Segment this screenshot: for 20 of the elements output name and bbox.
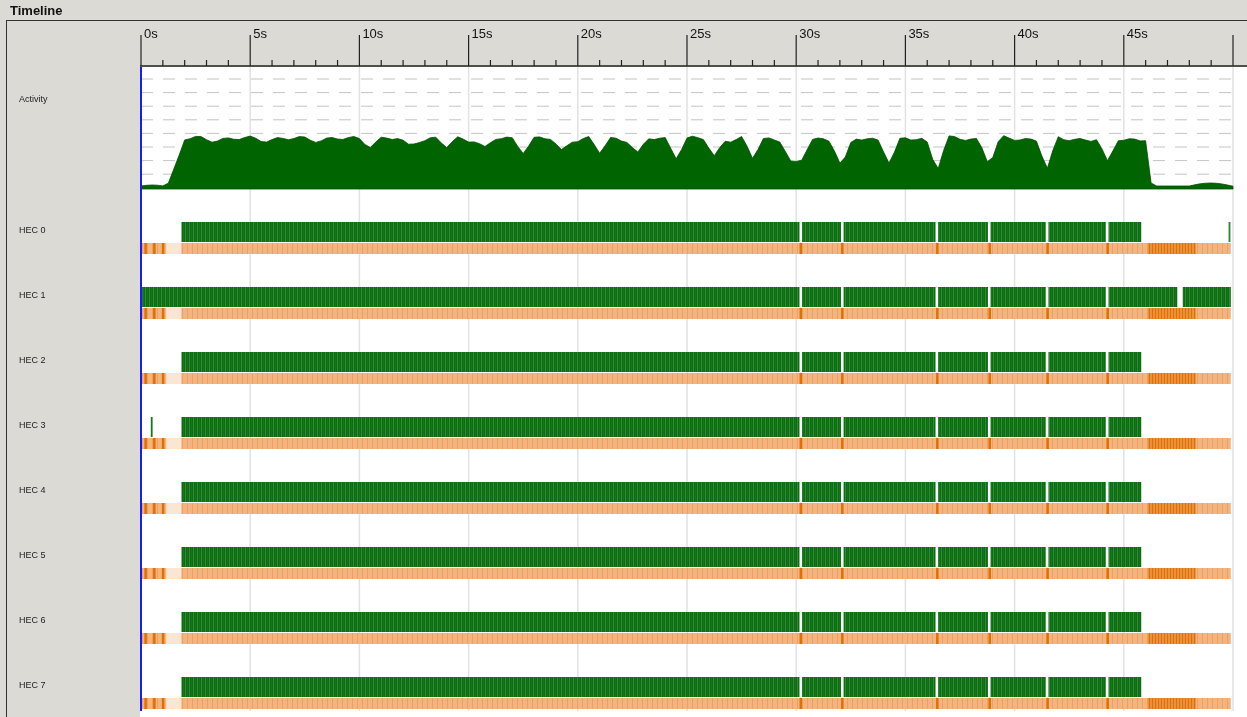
track-label: HEC 2 (19, 355, 46, 365)
track-label: HEC 3 (19, 420, 46, 430)
track-label: HEC 6 (19, 615, 46, 625)
tick-label: 0s (144, 26, 158, 41)
tick-label: 15s (471, 26, 493, 41)
track-label: HEC 7 (19, 680, 46, 690)
tick-label: 45s (1126, 26, 1148, 41)
panel-title: Timeline (9, 1, 64, 20)
track-label: HEC 0 (19, 225, 46, 235)
tick-label: 35s (908, 26, 930, 41)
tick-label: 20s (580, 26, 602, 41)
track-label: HEC 5 (19, 550, 46, 560)
track-label: HEC 1 (19, 290, 46, 300)
tick-label: 10s (362, 26, 384, 41)
track-label: Activity (19, 94, 48, 104)
tick-label: 5s (253, 26, 267, 41)
track-label: HEC 4 (19, 485, 46, 495)
tick-label: 30s (799, 26, 821, 41)
tick-label: 40s (1017, 26, 1039, 41)
tick-label: 25s (690, 26, 711, 41)
